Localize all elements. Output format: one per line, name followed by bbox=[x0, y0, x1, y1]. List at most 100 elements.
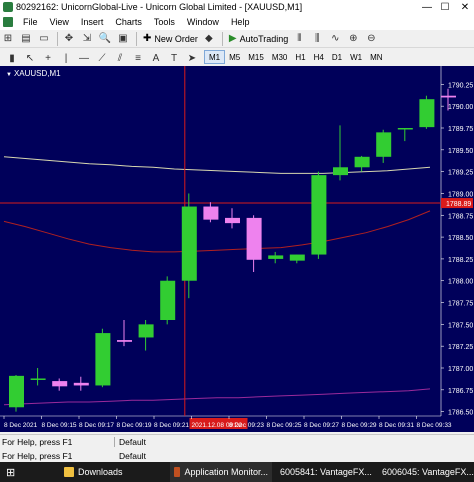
timeframe-m5[interactable]: M5 bbox=[225, 50, 244, 64]
status-bar: For Help, press F1 Default bbox=[0, 434, 474, 449]
crosshair-icon[interactable]: ✥ bbox=[61, 31, 77, 47]
bull-candle bbox=[160, 280, 176, 320]
taskbar-item-vantage-2[interactable]: 6006045: VantageFX... bbox=[374, 462, 474, 482]
trendline-icon[interactable]: ⟋ bbox=[94, 50, 110, 66]
timeframe-m30[interactable]: M30 bbox=[268, 50, 292, 64]
text-icon[interactable]: A bbox=[148, 50, 164, 66]
menu-bar: File View Insert Charts Tools Window Hel… bbox=[0, 14, 474, 30]
bull-candle bbox=[268, 255, 284, 259]
price-tick-label: 1789.75 bbox=[448, 126, 473, 133]
minimize-button[interactable]: — bbox=[420, 0, 434, 14]
bull-candle bbox=[397, 128, 413, 130]
bull-candle bbox=[419, 99, 435, 128]
bull-candle bbox=[376, 132, 392, 157]
fibo-icon[interactable]: ≡ bbox=[130, 50, 146, 66]
timeframe-h4[interactable]: H4 bbox=[310, 50, 328, 64]
timeframe-d1[interactable]: D1 bbox=[328, 50, 346, 64]
menu-insert[interactable]: Insert bbox=[75, 14, 110, 30]
start-button[interactable]: ⊞ bbox=[0, 462, 60, 482]
timeframe-w1[interactable]: W1 bbox=[346, 50, 366, 64]
taskbar-item-downloads[interactable]: Downloads bbox=[60, 462, 170, 482]
price-tick-label: 1790.00 bbox=[448, 104, 473, 111]
new-order-button[interactable]: ✚ New Order bbox=[140, 31, 201, 47]
maximize-button[interactable]: ☐ bbox=[438, 0, 452, 14]
arrow-icon[interactable]: ➤ bbox=[184, 50, 200, 66]
autotrading-button[interactable]: ▶ AutoTrading bbox=[226, 31, 291, 47]
price-tick-label: 1787.00 bbox=[448, 366, 473, 373]
cursor-icon[interactable]: ↖ bbox=[22, 50, 38, 66]
toolbar-separator bbox=[136, 31, 137, 46]
status-help: For Help, press F1 bbox=[0, 437, 115, 447]
time-tick-label: 8 Dec 09:25 bbox=[267, 422, 302, 429]
zoom-icon[interactable]: ⊕ bbox=[345, 31, 361, 47]
bull-candle bbox=[30, 378, 46, 380]
chart-symbol-label: ▼ XAUUSD,M1 bbox=[6, 69, 61, 78]
new-order-label: New Order bbox=[154, 33, 198, 44]
taskbar-label: Application Monitor... bbox=[184, 467, 268, 477]
dropdown-triangle-icon: ▼ bbox=[6, 72, 12, 78]
app-monitor-icon bbox=[174, 467, 181, 477]
line-chart-icon[interactable]: ∿ bbox=[327, 31, 343, 47]
taskbar-item-vantage-1[interactable]: 6005841: VantageFX... bbox=[272, 462, 374, 482]
timeframe-m1[interactable]: M1 bbox=[204, 50, 226, 64]
autotrading-label: AutoTrading bbox=[239, 33, 289, 44]
navigator-icon[interactable]: ⇲ bbox=[79, 31, 95, 47]
time-tick-label: 8 Dec 09:31 bbox=[379, 422, 414, 429]
zoom-in-icon[interactable]: 🔍 bbox=[97, 31, 113, 47]
price-tick-label: 1789.50 bbox=[448, 148, 473, 155]
close-button[interactable]: ✕ bbox=[458, 0, 472, 14]
time-tick-label: 8 Dec 2021 bbox=[4, 422, 38, 429]
chart-canvas[interactable]: 1790.25 1790.00 1789.75 1789.50 1789.25 1789.… bbox=[0, 66, 474, 432]
menu-charts[interactable]: Charts bbox=[109, 14, 148, 30]
taskbar-label: Downloads bbox=[78, 467, 123, 477]
bear-candle bbox=[246, 217, 262, 260]
windows-taskbar: ⊞ Downloads Application Monitor... 60058… bbox=[0, 462, 474, 482]
timeframe-m15[interactable]: M15 bbox=[244, 50, 268, 64]
bear-candle bbox=[441, 95, 456, 98]
menu-view[interactable]: View bbox=[44, 14, 75, 30]
document-icon[interactable] bbox=[3, 17, 13, 27]
experts-icon[interactable]: ◆ bbox=[201, 31, 217, 47]
taskbar-item-app-monitor[interactable]: Application Monitor... bbox=[170, 462, 272, 482]
price-tick-label: 1788.00 bbox=[448, 279, 473, 286]
menu-window[interactable]: Window bbox=[181, 14, 225, 30]
crosshair-tool-icon[interactable]: + bbox=[40, 50, 56, 66]
bar-chart-icon[interactable]: ⫴ bbox=[291, 31, 307, 47]
candlestick-icon[interactable]: ⫼ bbox=[309, 31, 325, 47]
market-watch-icon[interactable]: ▭ bbox=[36, 31, 52, 47]
terminal-icon[interactable]: ▣ bbox=[115, 31, 131, 47]
bull-candle bbox=[289, 254, 305, 261]
horizontal-line-icon[interactable]: — bbox=[76, 50, 92, 66]
bull-candle bbox=[311, 175, 327, 255]
bull-candle bbox=[333, 167, 348, 176]
bull-candle bbox=[181, 206, 197, 281]
price-tick-label: 1787.75 bbox=[448, 301, 473, 308]
timeframe-h1[interactable]: H1 bbox=[291, 50, 309, 64]
profiles-icon[interactable]: ▤ bbox=[18, 31, 34, 47]
status-profile-2: Default bbox=[119, 450, 146, 461]
status-profile: Default bbox=[119, 437, 146, 447]
zoom-out-icon[interactable]: ⊖ bbox=[363, 31, 379, 47]
taskbar-label: 6006045: VantageFX... bbox=[382, 467, 474, 477]
time-tick-label: 8 Dec 09:23 bbox=[229, 422, 264, 429]
channel-icon[interactable]: ⫽ bbox=[112, 50, 128, 66]
toolbar-separator bbox=[221, 31, 223, 46]
price-tick-label: 1789.25 bbox=[448, 170, 473, 177]
autotrading-icon: ▶ bbox=[228, 33, 237, 44]
bull-candle bbox=[354, 156, 370, 168]
terminal-window: 80292162: UnicornGlobal-Live - Unicorn G… bbox=[0, 0, 474, 482]
price-tick-label: 1786.75 bbox=[448, 388, 473, 395]
menu-file[interactable]: File bbox=[17, 14, 44, 30]
timeframe-mn[interactable]: MN bbox=[366, 50, 386, 64]
time-tick-label: 8 Dec 09:33 bbox=[417, 422, 452, 429]
vertical-line-icon[interactable]: | bbox=[58, 50, 74, 66]
price-chart[interactable]: 1790.25 1790.00 1789.75 1789.50 1789.25 1789.… bbox=[0, 66, 474, 432]
new-chart-icon[interactable]: ⊞ bbox=[0, 31, 16, 47]
price-tick-label: 1787.25 bbox=[448, 344, 473, 351]
menu-tools[interactable]: Tools bbox=[148, 14, 181, 30]
menu-help[interactable]: Help bbox=[225, 14, 256, 30]
symbol-text: XAUUSD,M1 bbox=[13, 69, 61, 78]
label-icon[interactable]: T bbox=[166, 50, 182, 66]
line-studies-icon[interactable]: ▮ bbox=[4, 50, 20, 66]
time-tick-label: 8 Dec 09:21 bbox=[154, 422, 189, 429]
